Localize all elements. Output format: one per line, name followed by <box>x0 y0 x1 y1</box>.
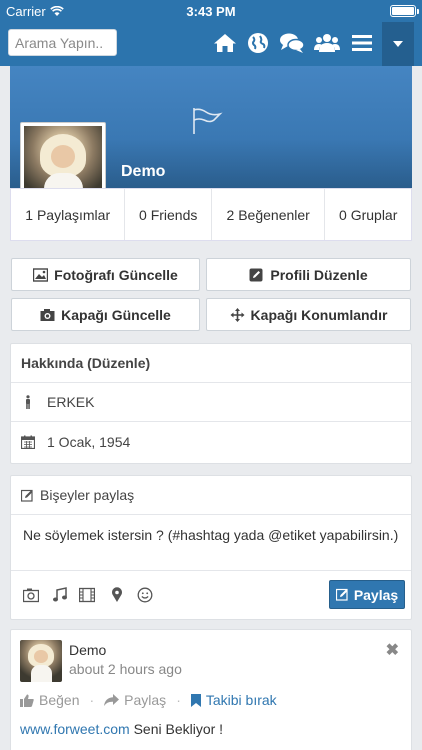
post-author[interactable]: Demo <box>69 642 106 658</box>
share-button[interactable]: Paylaş <box>329 580 405 609</box>
update-photo-button[interactable]: Fotoğrafı Güncelle <box>11 258 200 291</box>
stat-likes[interactable]: 2 Beğenenler <box>212 189 326 240</box>
camera-icon[interactable] <box>23 587 39 603</box>
thumbs-up-icon <box>20 694 34 707</box>
post-card: Demo about 2 hours ago ✖ Beğen · Paylaş … <box>10 629 412 750</box>
gender-value: ERKEK <box>47 394 95 410</box>
male-icon <box>26 395 30 409</box>
camera-icon <box>40 308 55 321</box>
birthday-value: 1 Ocak, 1954 <box>47 433 131 450</box>
share-arrow-icon <box>104 693 120 706</box>
share-post-button[interactable]: Paylaş <box>104 692 166 708</box>
post-time: about 2 hours ago <box>69 661 182 677</box>
battery-icon <box>390 5 419 17</box>
film-icon[interactable] <box>79 587 95 603</box>
users-icon[interactable] <box>314 31 340 55</box>
update-cover-label: Kapağı Güncelle <box>61 306 171 323</box>
post-avatar-photo <box>20 640 62 682</box>
share-textarea[interactable]: Ne söylemek istersin ? (#hashtag yada @e… <box>11 515 411 571</box>
post-actions: Beğen · Paylaş · Takibi bırak <box>20 692 277 708</box>
move-icon <box>230 307 245 322</box>
edit-profile-label: Profili Düzenle <box>270 266 368 283</box>
home-icon[interactable] <box>212 31 238 55</box>
share-header: Bişeyler paylaş <box>11 476 411 515</box>
search-input[interactable] <box>8 29 117 56</box>
menu-icon[interactable] <box>349 31 375 55</box>
update-photo-label: Fotoğrafı Güncelle <box>54 266 178 283</box>
caret-down-icon <box>393 41 403 47</box>
edit-profile-button[interactable]: Profili Düzenle <box>206 258 411 291</box>
gender-row: ERKEK <box>11 383 411 422</box>
share-post-label: Paylaş <box>124 692 167 708</box>
status-time: 3:43 PM <box>186 4 236 19</box>
globe-icon[interactable] <box>245 31 271 55</box>
post-text-body: Seni Bekliyor ! <box>129 721 224 737</box>
unfollow-button[interactable]: Takibi bırak <box>190 692 277 708</box>
like-label: Beğen <box>39 692 80 708</box>
chat-icon[interactable] <box>279 31 305 55</box>
action-separator: · <box>89 692 95 708</box>
post-link[interactable]: www.forweet.com <box>20 721 130 737</box>
position-cover-button[interactable]: Kapağı Konumlandır <box>206 298 411 331</box>
share-title: Bişeyler paylaş <box>40 487 135 503</box>
smiley-icon[interactable] <box>137 587 153 603</box>
update-cover-button[interactable]: Kapağı Güncelle <box>11 298 200 331</box>
post-text: www.forweet.com Seni Bekliyor ! <box>20 721 223 737</box>
dropdown-toggle[interactable] <box>382 22 414 66</box>
profile-stats: 1 Paylaşımlar 0 Friends 2 Beğenenler 0 G… <box>10 188 412 241</box>
unfollow-label: Takibi bırak <box>205 692 277 708</box>
post-avatar[interactable] <box>20 640 62 682</box>
like-button[interactable]: Beğen <box>20 692 79 708</box>
status-bar: Carrier 3:43 PM <box>0 0 422 22</box>
bookmark-icon <box>190 693 201 707</box>
stat-posts[interactable]: 1 Paylaşımlar <box>11 189 126 240</box>
edit-icon <box>21 489 33 502</box>
stat-friends[interactable]: 0 Friends <box>125 189 212 240</box>
music-icon[interactable] <box>52 587 68 603</box>
action-separator: · <box>176 692 181 708</box>
calendar-icon <box>21 435 35 449</box>
share-button-label: Paylaş <box>353 586 399 603</box>
share-card: Bişeyler paylaş Ne söylemek istersin ? (… <box>10 475 412 620</box>
close-icon[interactable]: ✖ <box>386 640 399 660</box>
birthday-row: 1 Ocak, 1954 <box>11 422 411 461</box>
flag-logo-icon <box>193 108 223 134</box>
image-icon <box>33 267 49 282</box>
edit-icon <box>335 588 348 601</box>
about-card: Hakkında (Düzenle) ERKEK 1 Ocak, 1954 <box>10 343 412 464</box>
stat-groups[interactable]: 0 Gruplar <box>325 189 411 240</box>
location-pin-icon[interactable] <box>109 587 125 603</box>
top-navbar <box>0 22 422 66</box>
position-cover-label: Kapağı Konumlandır <box>250 306 388 323</box>
edit-icon <box>249 268 263 281</box>
about-title[interactable]: Hakkında (Düzenle) <box>11 344 411 383</box>
share-toolbar: Paylaş <box>11 571 411 619</box>
profile-name: Demo <box>121 163 166 180</box>
